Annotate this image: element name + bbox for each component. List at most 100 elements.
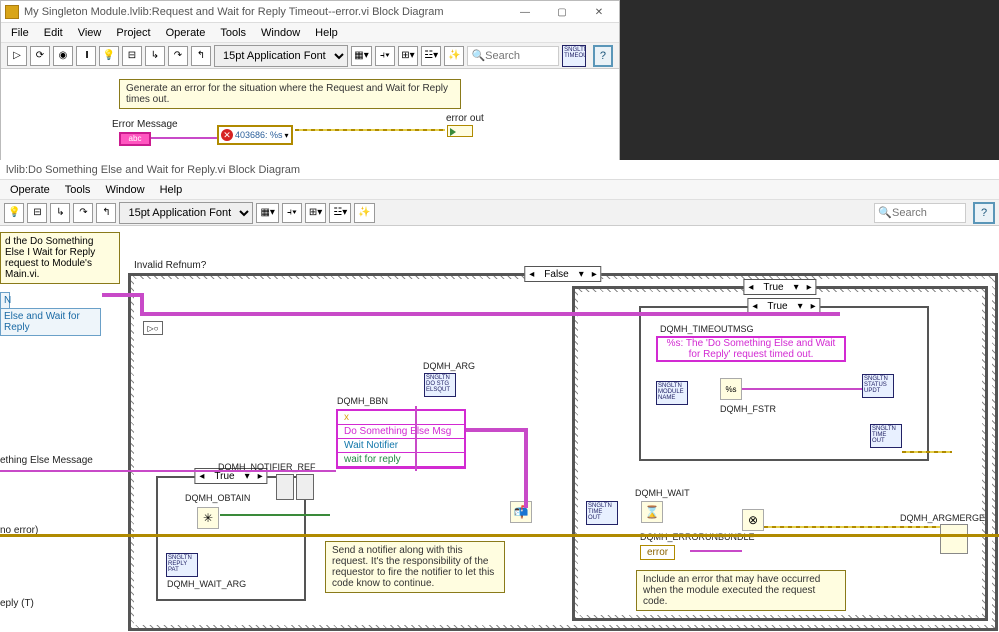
step-over-button-2[interactable]: ↷	[73, 203, 93, 223]
error-message-terminal[interactable]: abc	[119, 132, 151, 146]
terminal-n[interactable]: N	[0, 292, 10, 309]
block-diagram-bottom[interactable]: d the Do Something Else I Wait for Reply…	[0, 226, 999, 632]
vi-icon-button[interactable]: SNGLTN TIMEOUT	[562, 45, 586, 67]
search-input-bottom[interactable]	[892, 207, 962, 219]
argmerge-vi[interactable]	[940, 524, 968, 554]
search-box-top[interactable]: 🔍	[467, 46, 559, 66]
pause-button[interactable]: II	[76, 46, 96, 66]
distribute-button-2[interactable]: ⫞▾	[282, 203, 302, 223]
search-box-bottom[interactable]: 🔍	[874, 203, 966, 223]
chevron-down-icon[interactable]: ▾	[575, 269, 588, 280]
run-button[interactable]: ▷	[7, 46, 27, 66]
module-name-vi[interactable]: SNGLTN MODULE NAME	[656, 381, 688, 405]
bbn-row-1[interactable]: Do Something Else Msg	[338, 425, 464, 439]
wait-notification-prim[interactable]: ⌛	[641, 501, 663, 523]
minimize-button[interactable]: —	[507, 2, 543, 22]
menu-window[interactable]: Window	[261, 27, 300, 39]
dqmh-argmerge-label: DQMH_ARGMERGE	[900, 513, 985, 523]
title-text: My Singleton Module.lvlib:Request and Wa…	[24, 6, 444, 18]
bbn-row-0[interactable]: x	[338, 411, 464, 425]
unbundle-left[interactable]	[276, 474, 294, 500]
menu-file[interactable]: File	[11, 27, 29, 39]
menu-tools-2[interactable]: Tools	[65, 184, 91, 196]
resize-button[interactable]: ⊞▾	[398, 46, 418, 66]
distribute-button[interactable]: ⫞▾	[375, 46, 395, 66]
abort-button[interactable]: ◉	[53, 46, 73, 66]
case-selector-wait[interactable]: ◂True▾▸	[743, 279, 816, 295]
format-string-prim[interactable]: %s	[720, 378, 742, 400]
wire-err-unb	[690, 550, 742, 552]
menu-operate[interactable]: Operate	[166, 27, 206, 39]
reply-pattern-vi[interactable]: SNGLTN REPLY PAT	[166, 553, 198, 577]
maximize-button[interactable]: ▢	[544, 2, 580, 22]
comment-generate-error: Generate an error for the situation wher…	[119, 79, 461, 109]
unbundle-right[interactable]	[296, 474, 314, 500]
reorder-button[interactable]: ☳▾	[421, 46, 442, 66]
menu-help-2[interactable]: Help	[160, 184, 183, 196]
highlight-execution-button[interactable]: 💡	[99, 46, 119, 66]
bundle-by-name[interactable]: x Do Something Else Msg Wait Notifier wa…	[336, 409, 466, 469]
status-updt-vi[interactable]: SNGLTN STATUS UPDT	[862, 374, 894, 398]
chevron-left-icon[interactable]: ◂	[525, 269, 538, 280]
menu-project[interactable]: Project	[116, 27, 150, 39]
context-help-button-2[interactable]: ?	[973, 202, 995, 224]
error-code-constant[interactable]: ✕ 403686: %s ▾	[217, 125, 293, 145]
highlight-execution-button-2[interactable]: 💡	[4, 203, 24, 223]
wire-error-chain	[0, 534, 999, 537]
comment-send-request: d the Do Something Else I Wait for Reply…	[0, 232, 120, 284]
align-button[interactable]: ▦▾	[351, 46, 372, 66]
toolbar-bottom: 💡 ⊟ ↳ ↷ ↰ 15pt Application Font ▦▾ ⫞▾ ⊞▾…	[0, 200, 999, 226]
retain-wire-button[interactable]: ⊟	[122, 46, 142, 66]
dqmh-timeoutmsg-label: DQMH_TIMEOUTMSG	[660, 324, 754, 334]
step-out-button[interactable]: ↰	[191, 46, 211, 66]
toolbar-top: ▷ ⟳ ◉ II 💡 ⊟ ↳ ↷ ↰ 15pt Application Font…	[1, 43, 619, 69]
error-out-label: error out	[446, 113, 484, 124]
menu-operate-2[interactable]: Operate	[10, 184, 50, 196]
dqmh-arg-vi[interactable]: SNGLTN DO STG ELSQUT	[424, 373, 456, 397]
menu-help[interactable]: Help	[315, 27, 338, 39]
terminal-else-wait[interactable]: Else and Wait for Reply	[0, 308, 101, 336]
font-selector-2[interactable]: 15pt Application Font	[119, 202, 253, 224]
error-unbundle-field[interactable]: error	[640, 545, 675, 560]
step-into-button-2[interactable]: ↳	[50, 203, 70, 223]
block-diagram-top[interactable]: Generate an error for the situation wher…	[1, 69, 619, 161]
search-icon: 🔍	[471, 49, 485, 62]
menu-edit[interactable]: Edit	[44, 27, 63, 39]
case-selector-outer[interactable]: ◂ False ▾ ▸	[524, 266, 601, 282]
timeout-error-vi[interactable]: SNGLTN TIME OUT	[870, 424, 902, 448]
label-ething-else: ething Else Message	[0, 455, 93, 466]
cleanup-button-2[interactable]: ✨	[354, 203, 374, 223]
cleanup-button[interactable]: ✨	[444, 46, 464, 66]
step-out-button-2[interactable]: ↰	[96, 203, 116, 223]
close-button[interactable]: ✕	[581, 2, 617, 22]
dqmh-bbn-label: DQMH_BBN	[337, 396, 388, 406]
error-x-icon: ✕	[221, 129, 233, 141]
retain-wire-button-2[interactable]: ⊟	[27, 203, 47, 223]
step-over-button[interactable]: ↷	[168, 46, 188, 66]
dqmh-arg-label: DQMH_ARG	[423, 361, 475, 371]
error-out-terminal[interactable]	[447, 125, 473, 137]
bbn-row-2[interactable]: Wait Notifier	[338, 439, 464, 453]
merge-error-prim[interactable]: ⊗	[742, 509, 764, 531]
align-button-2[interactable]: ▦▾	[256, 203, 278, 223]
font-selector[interactable]: 15pt Application Font	[214, 45, 348, 67]
bbn-row-3[interactable]: wait for reply	[338, 453, 464, 467]
resize-button-2[interactable]: ⊞▾	[305, 203, 326, 223]
comment-send-notifier: Send a notifier along with this request.…	[325, 541, 505, 593]
dqmh-fstr-label: DQMH_FSTR	[720, 404, 776, 414]
menu-view[interactable]: View	[78, 27, 102, 39]
menu-window-2[interactable]: Window	[105, 184, 144, 196]
menu-tools[interactable]: Tools	[220, 27, 246, 39]
search-input-top[interactable]	[485, 50, 555, 62]
context-help-button[interactable]: ?	[593, 45, 613, 67]
not-gate[interactable]: ▷○	[143, 321, 163, 335]
step-into-button[interactable]: ↳	[145, 46, 165, 66]
chevron-down-icon: ▾	[285, 131, 289, 140]
enqueue-prim[interactable]: 📬	[510, 501, 532, 523]
reorder-button-2[interactable]: ☳▾	[329, 203, 351, 223]
timeout-msg-constant[interactable]: %s: The 'Do Something Else and Wait for …	[656, 336, 846, 362]
obtain-notifier-prim[interactable]: ✳	[197, 507, 219, 529]
timeout-const-vi[interactable]: SNGLTN TIME OUT	[586, 501, 618, 525]
run-continuous-button[interactable]: ⟳	[30, 46, 50, 66]
chevron-right-icon[interactable]: ▸	[588, 269, 601, 280]
